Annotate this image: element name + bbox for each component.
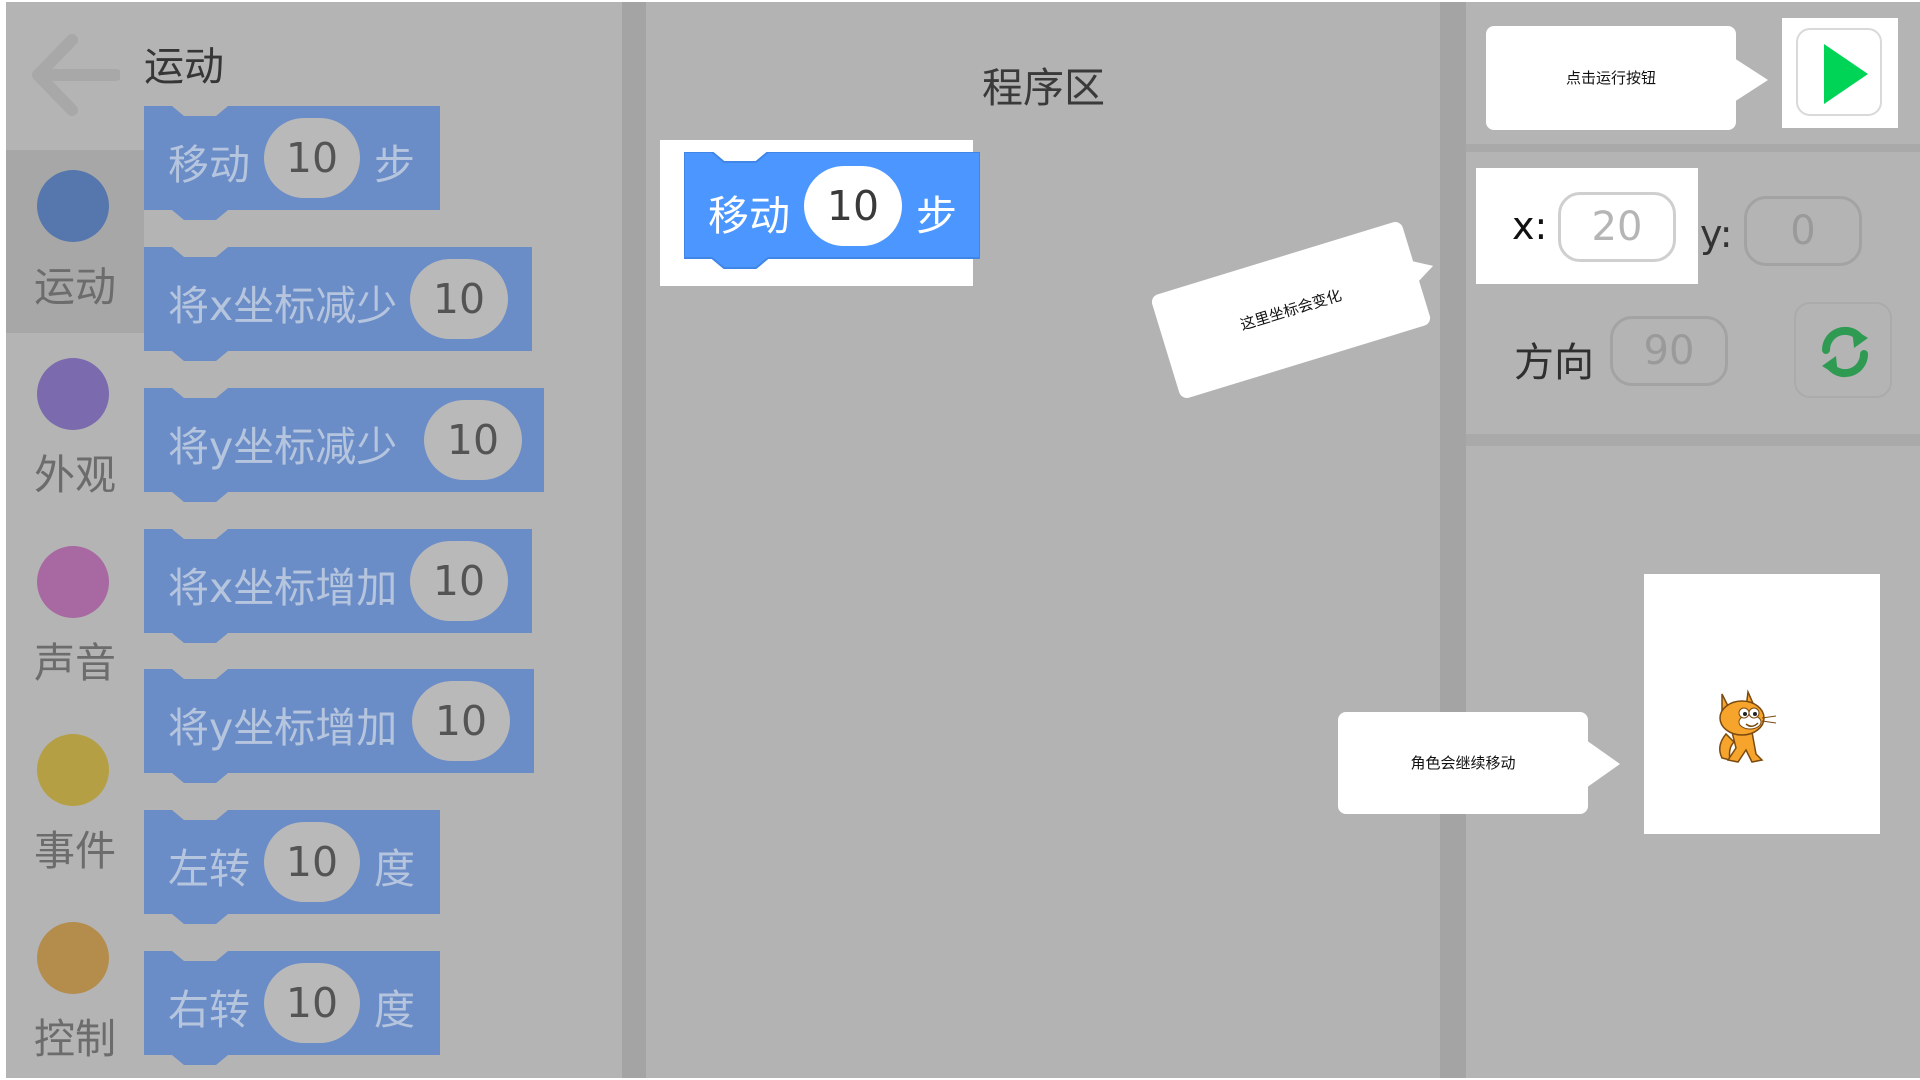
block-value-input[interactable]: 10 [410, 259, 508, 339]
x-input[interactable]: 20 [1558, 192, 1676, 262]
block-value-input[interactable]: 10 [804, 166, 902, 246]
block-label: 将y坐标减少 [168, 423, 398, 471]
panel-separator [1466, 144, 1920, 152]
program-block-highlight: 移动 10 步 [660, 140, 981, 286]
cat-sprite-icon[interactable] [1708, 684, 1784, 766]
block-label: 移动 [708, 192, 790, 240]
callout-sprite: 角色会继续移动 [1338, 712, 1588, 814]
x-coordinate-highlight: x: 20 [1476, 168, 1698, 284]
category-label: 外观 [34, 451, 116, 499]
program-area[interactable]: 程序区 移动 10 步 [646, 2, 1440, 1078]
block-suffix: 步 [916, 192, 957, 240]
category-label: 声音 [34, 639, 116, 687]
stage-divider [1440, 2, 1466, 1078]
category-label: 事件 [34, 827, 116, 875]
block-label: 移动 [168, 141, 250, 189]
y-label: y: [1700, 212, 1733, 256]
category-column: 运动 外观 声音 事件 控制 [6, 2, 144, 1078]
palette-title: 运动 [144, 44, 224, 90]
category-dot-icon [37, 922, 109, 994]
app-root: 运动 外观 声音 事件 控制 运动 移动 10 步 将x坐标减少 10 将y坐标… [0, 0, 1920, 1080]
block-value-input[interactable]: 10 [412, 681, 510, 761]
block-suffix: 步 [374, 141, 415, 189]
category-motion[interactable]: 运动 [6, 150, 144, 340]
block-label: 将y坐标增加 [168, 704, 398, 752]
panel-separator [1466, 434, 1920, 446]
block-value-input[interactable]: 10 [264, 963, 360, 1043]
play-icon [1824, 44, 1868, 104]
category-dot-icon [37, 734, 109, 806]
block-label: 右转 [168, 986, 250, 1034]
direction-input[interactable]: 90 [1610, 316, 1728, 386]
category-sound[interactable]: 声音 [6, 526, 144, 716]
run-button-highlight [1782, 18, 1898, 128]
back-arrow-icon[interactable] [30, 32, 120, 118]
y-input[interactable]: 0 [1744, 196, 1862, 266]
category-dot-icon [37, 170, 109, 242]
category-dot-icon [37, 546, 109, 618]
category-control[interactable]: 控制 [6, 902, 144, 1080]
callout-tail [1734, 58, 1768, 102]
block-value-input[interactable]: 10 [264, 822, 360, 902]
category-label: 控制 [34, 1015, 116, 1063]
block-suffix: 度 [374, 845, 415, 893]
block-label: 将x坐标减少 [168, 282, 398, 330]
reset-button[interactable] [1794, 302, 1892, 398]
block-value-input[interactable]: 10 [424, 400, 522, 480]
block-label: 将x坐标增加 [168, 564, 398, 612]
category-label: 运动 [34, 263, 116, 311]
callout-tail [1586, 740, 1620, 788]
run-button[interactable] [1796, 28, 1882, 116]
category-dot-icon [37, 358, 109, 430]
stage[interactable] [1644, 574, 1880, 834]
direction-label: 方向 [1514, 340, 1594, 386]
program-area-title: 程序区 [982, 64, 1105, 112]
callout-run: 点击运行按钮 [1486, 26, 1736, 130]
block-value-input[interactable]: 10 [264, 118, 360, 198]
block-suffix: 度 [374, 986, 415, 1034]
category-looks[interactable]: 外观 [6, 338, 144, 528]
x-label: x: [1512, 204, 1548, 248]
category-events[interactable]: 事件 [6, 714, 144, 904]
palette-divider [622, 2, 646, 1078]
refresh-icon [1821, 326, 1869, 378]
block-label: 左转 [168, 845, 250, 893]
sprite-panel [1466, 2, 1920, 1078]
block-palette: 运动 移动 10 步 将x坐标减少 10 将y坐标减少 10 将x坐标增加 10 [144, 2, 622, 1078]
block-value-input[interactable]: 10 [410, 541, 508, 621]
program-block-move[interactable]: 移动 10 步 [683, 151, 981, 276]
